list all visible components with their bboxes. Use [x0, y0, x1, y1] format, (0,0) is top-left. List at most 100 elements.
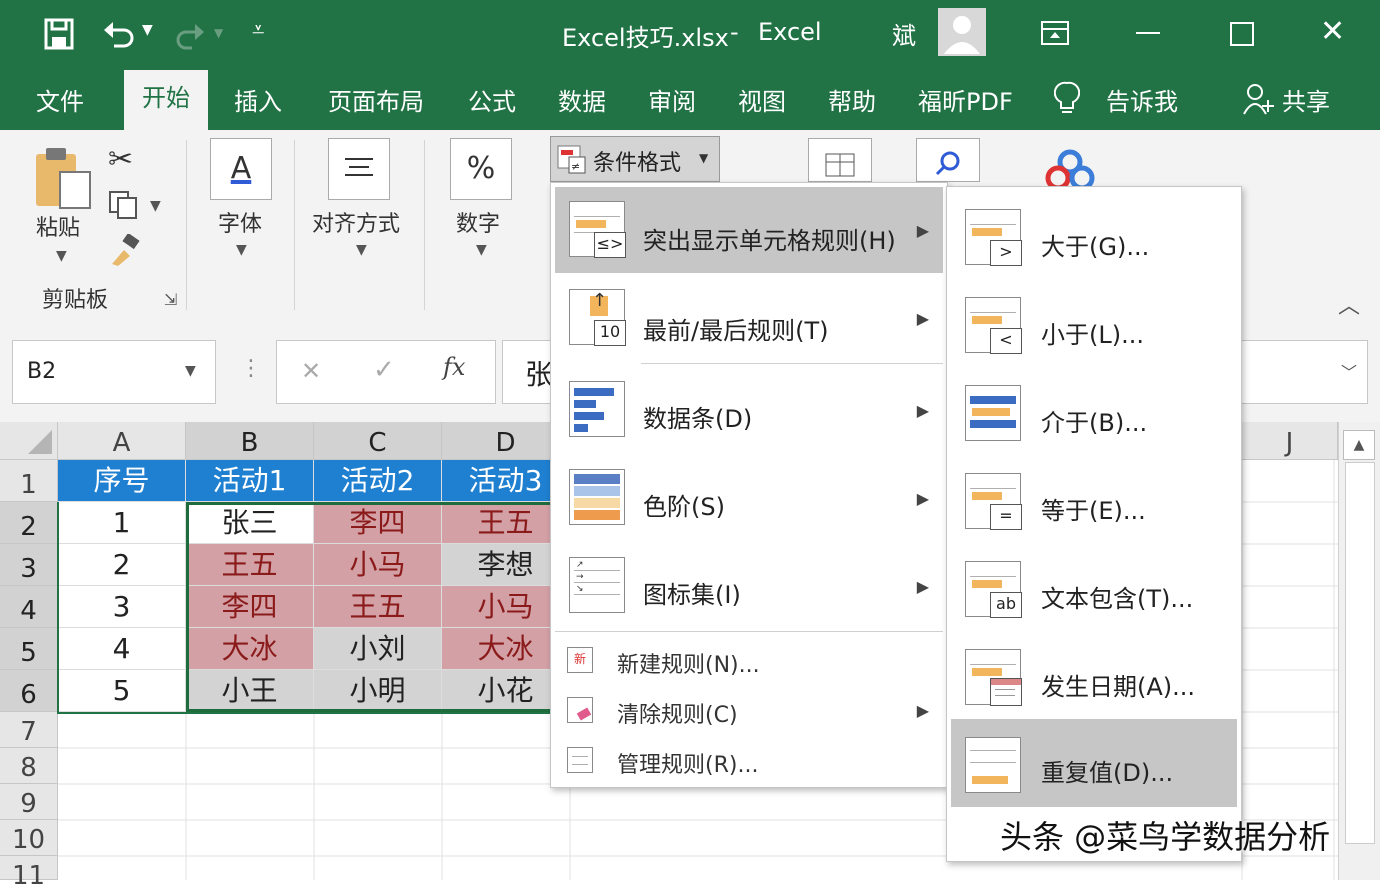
- formula-bar-grip-icon[interactable]: ⋮: [240, 356, 262, 381]
- column-header-a[interactable]: A: [58, 422, 186, 460]
- row-header-1[interactable]: 1: [0, 460, 58, 502]
- submenu-item-equal-to[interactable]: = 等于(E)...: [951, 455, 1237, 541]
- column-header-b[interactable]: B: [186, 422, 314, 460]
- active-cell[interactable]: 张三: [186, 502, 314, 544]
- font-icon[interactable]: A: [210, 138, 272, 200]
- save-icon[interactable]: [44, 18, 74, 56]
- clipboard-launcher-icon[interactable]: ⇲: [164, 290, 177, 309]
- table-cell[interactable]: 4: [58, 628, 186, 670]
- table-cell[interactable]: 2: [58, 544, 186, 586]
- copy-dropdown-icon[interactable]: ▼: [150, 198, 161, 214]
- vertical-scrollbar[interactable]: ▲: [1338, 422, 1380, 880]
- tab-formulas[interactable]: 公式: [468, 82, 516, 117]
- font-label[interactable]: 字体: [218, 206, 262, 238]
- menu-item-icon-sets[interactable]: ↗ → ↘ 图标集(I) ▶: [555, 543, 943, 629]
- select-all-corner[interactable]: [0, 422, 58, 460]
- cut-icon[interactable]: ✂: [108, 142, 133, 177]
- chevron-down-icon[interactable]: ▼: [185, 363, 196, 379]
- menu-item-top-bottom-rules[interactable]: ↑ 10 最前/最后规则(T) ▶: [555, 275, 943, 361]
- tab-insert[interactable]: 插入: [234, 82, 282, 117]
- conditional-format-button[interactable]: ≠ 条件格式 ▼: [550, 136, 720, 182]
- tell-me-search[interactable]: 告诉我: [1106, 82, 1178, 117]
- table-cell[interactable]: 小马: [314, 544, 442, 586]
- table-header-cell[interactable]: 活动1: [186, 460, 314, 502]
- align-icon[interactable]: [328, 138, 390, 200]
- column-header-j[interactable]: J: [1242, 422, 1338, 460]
- table-cell[interactable]: 小明: [314, 670, 442, 712]
- cancel-icon[interactable]: ✕: [301, 357, 321, 385]
- table-cell[interactable]: 3: [58, 586, 186, 628]
- table-cell[interactable]: 1: [58, 502, 186, 544]
- undo-dropdown-icon[interactable]: ▼: [142, 22, 153, 38]
- maximize-icon[interactable]: [1230, 22, 1254, 46]
- table-header-cell[interactable]: 活动2: [314, 460, 442, 502]
- row-header-7[interactable]: 7: [0, 712, 58, 748]
- tab-home[interactable]: 开始: [124, 70, 208, 130]
- tab-page-layout[interactable]: 页面布局: [328, 82, 424, 117]
- insert-function-icon[interactable]: fx: [443, 353, 465, 381]
- paste-icon[interactable]: [34, 146, 94, 216]
- submenu-item-greater-than[interactable]: > 大于(G)...: [951, 191, 1237, 277]
- scroll-up-icon[interactable]: ▲: [1343, 430, 1375, 460]
- font-dropdown-icon[interactable]: ▼: [236, 242, 247, 258]
- ribbon-display-icon[interactable]: [1040, 20, 1070, 50]
- row-header-6[interactable]: 6: [0, 670, 58, 712]
- row-header-10[interactable]: 10: [0, 820, 58, 856]
- submenu-item-between[interactable]: 介于(B)...: [951, 367, 1237, 453]
- tab-data[interactable]: 数据: [558, 82, 606, 117]
- menu-item-manage-rules[interactable]: 管理规则(R)...: [555, 735, 943, 785]
- redo-icon[interactable]: [174, 18, 208, 54]
- menu-item-color-scales[interactable]: 色阶(S) ▶: [555, 455, 943, 541]
- row-header-3[interactable]: 3: [0, 544, 58, 586]
- submenu-item-less-than[interactable]: < 小于(L)...: [951, 279, 1237, 365]
- name-box[interactable]: B2 ▼: [12, 340, 216, 404]
- table-cell[interactable]: 王五: [314, 586, 442, 628]
- number-label[interactable]: 数字: [456, 206, 500, 238]
- number-dropdown-icon[interactable]: ▼: [476, 242, 487, 258]
- row-header-2[interactable]: 2: [0, 502, 58, 544]
- customize-toolbar-icon[interactable]: ⩡: [252, 18, 264, 43]
- table-cell[interactable]: 5: [58, 670, 186, 712]
- table-cell[interactable]: 大冰: [186, 628, 314, 670]
- cells-icon[interactable]: [808, 138, 872, 182]
- row-header-8[interactable]: 8: [0, 748, 58, 784]
- row-header-9[interactable]: 9: [0, 784, 58, 820]
- search-icon[interactable]: [916, 138, 980, 182]
- enter-icon[interactable]: ✓: [373, 355, 395, 385]
- share-person-icon[interactable]: [1242, 82, 1276, 120]
- undo-icon[interactable]: [100, 16, 140, 54]
- submenu-item-duplicate-values[interactable]: 重复值(D)...: [951, 719, 1237, 807]
- table-cell[interactable]: 李四: [314, 502, 442, 544]
- collapse-ribbon-icon[interactable]: ︿: [1338, 288, 1360, 320]
- tab-view[interactable]: 视图: [738, 82, 786, 117]
- column-header-c[interactable]: C: [314, 422, 442, 460]
- user-name[interactable]: 斌: [892, 16, 916, 51]
- row-header-4[interactable]: 4: [0, 586, 58, 628]
- table-header-cell[interactable]: 序号: [58, 460, 186, 502]
- tab-foxit-pdf[interactable]: 福昕PDF: [918, 82, 1013, 117]
- menu-item-new-rule[interactable]: 新 新建规则(N)...: [555, 635, 943, 685]
- align-dropdown-icon[interactable]: ▼: [356, 242, 367, 258]
- table-cell[interactable]: 王五: [186, 544, 314, 586]
- number-icon[interactable]: %: [450, 138, 512, 200]
- avatar[interactable]: [938, 8, 986, 56]
- paste-dropdown-icon[interactable]: ▼: [56, 248, 67, 264]
- format-painter-icon[interactable]: [108, 232, 142, 272]
- submenu-item-date-occurring[interactable]: 发生日期(A)...: [951, 631, 1237, 717]
- row-header-5[interactable]: 5: [0, 628, 58, 670]
- menu-item-data-bars[interactable]: 数据条(D) ▶: [555, 367, 943, 453]
- minimize-icon[interactable]: [1136, 32, 1160, 34]
- menu-item-highlight-rules[interactable]: ≤> 突出显示单元格规则(H) ▶: [555, 187, 943, 273]
- menu-item-clear-rules[interactable]: 清除规则(C) ▶: [555, 685, 943, 735]
- scrollbar-thumb[interactable]: [1345, 462, 1375, 844]
- table-cell[interactable]: 小王: [186, 670, 314, 712]
- submenu-item-text-contains[interactable]: ab 文本包含(T)...: [951, 543, 1237, 629]
- align-label[interactable]: 对齐方式: [312, 206, 400, 238]
- tab-help[interactable]: 帮助: [828, 82, 876, 117]
- tab-review[interactable]: 审阅: [648, 82, 696, 117]
- paste-label[interactable]: 粘贴: [36, 210, 80, 242]
- table-cell[interactable]: 李四: [186, 586, 314, 628]
- tab-file[interactable]: 文件: [36, 82, 84, 117]
- close-icon[interactable]: ✕: [1320, 14, 1345, 49]
- share-button[interactable]: 共享: [1282, 82, 1330, 117]
